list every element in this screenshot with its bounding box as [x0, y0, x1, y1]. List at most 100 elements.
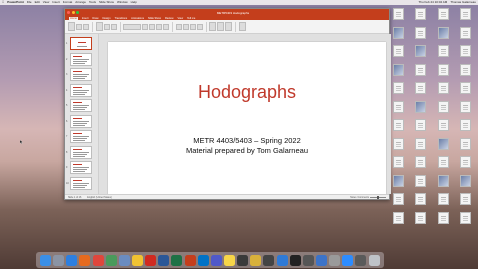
- photos-icon[interactable]: [132, 254, 144, 266]
- notes-button[interactable]: Notes: [350, 196, 356, 199]
- menu-edit[interactable]: Edit: [35, 0, 40, 5]
- menu-arrange[interactable]: Arrange: [75, 0, 86, 5]
- apple-icon[interactable]: : [2, 0, 4, 5]
- desktop-file-icon[interactable]: [455, 82, 476, 101]
- slide-thumbnail[interactable]: [70, 145, 92, 159]
- menu-tools[interactable]: Tools: [89, 0, 96, 5]
- desktop-file-icon[interactable]: [388, 8, 409, 27]
- desktop-file-icon[interactable]: [433, 26, 454, 46]
- reset-button[interactable]: [110, 23, 117, 30]
- comments-button[interactable]: Comments: [357, 196, 369, 199]
- chrome-icon[interactable]: [92, 254, 104, 266]
- slide-thumbnail[interactable]: [70, 161, 92, 174]
- menubar-user[interactable]: Thomas Galarneau: [450, 0, 476, 5]
- zoom-slider-thumb[interactable]: [377, 195, 379, 199]
- desktop-file-icon[interactable]: [410, 211, 431, 231]
- slide-thumbnail[interactable]: [70, 176, 92, 190]
- numbering-button[interactable]: [182, 23, 189, 30]
- app-icon[interactable]: [250, 254, 262, 266]
- paste-button[interactable]: [68, 22, 75, 31]
- menu-view[interactable]: View: [43, 0, 49, 5]
- desktop-file-icon[interactable]: [410, 45, 431, 64]
- app-icon[interactable]: [342, 254, 354, 266]
- desktop-file-icon[interactable]: [410, 119, 431, 138]
- zoom-slider[interactable]: [370, 195, 386, 199]
- desktop-file-icon[interactable]: [455, 211, 476, 231]
- desktop-file-icon[interactable]: [433, 119, 454, 138]
- slide-thumbnail[interactable]: [70, 99, 92, 112]
- desktop-file-icon[interactable]: [388, 82, 409, 101]
- new-slide-button[interactable]: [95, 22, 103, 31]
- menu-slideshow[interactable]: Slide Show: [99, 0, 114, 5]
- desktop-file-icon[interactable]: [433, 174, 454, 194]
- close-button[interactable]: [67, 11, 70, 14]
- copy-button[interactable]: [83, 23, 89, 30]
- window-titlebar[interactable]: METR5403 Hodographs: [65, 9, 389, 16]
- desktop-file-icon[interactable]: [388, 156, 409, 175]
- menu-window[interactable]: Window: [117, 0, 128, 5]
- terminal-icon[interactable]: [289, 254, 301, 266]
- desktop-file-icon[interactable]: [433, 156, 454, 175]
- align-left-button[interactable]: [189, 23, 196, 30]
- desktop-file-icon[interactable]: [455, 45, 476, 64]
- desktop-file-icon[interactable]: [433, 211, 454, 231]
- desktop-file-icon[interactable]: [433, 137, 454, 157]
- language-indicator[interactable]: English (United States): [87, 196, 111, 199]
- app-icon[interactable]: [316, 254, 328, 266]
- desktop-file-icon[interactable]: [388, 211, 409, 231]
- trash-icon[interactable]: [368, 254, 380, 266]
- desktop-file-icon[interactable]: [455, 100, 476, 120]
- desktop-file-icon[interactable]: [410, 8, 431, 27]
- slide-subtitle[interactable]: METR 4403/5403 – Spring 2022 Material pr…: [108, 136, 386, 156]
- app-menu[interactable]: PowerPoint: [7, 0, 24, 5]
- slide-thumbnail[interactable]: [70, 114, 92, 128]
- bold-button[interactable]: [149, 23, 155, 30]
- word-icon[interactable]: [158, 254, 170, 266]
- desktop-file-icon[interactable]: [410, 63, 431, 83]
- preview-icon[interactable]: [118, 254, 130, 266]
- slide-title[interactable]: Hodographs: [108, 82, 386, 103]
- powerpoint-icon[interactable]: [184, 254, 196, 266]
- desktop-file-icon[interactable]: [433, 193, 454, 212]
- desktop-file-icon[interactable]: [433, 100, 454, 120]
- shapes-button[interactable]: [209, 22, 216, 31]
- outlook-icon[interactable]: [197, 254, 209, 266]
- menu-help[interactable]: Help: [131, 0, 137, 5]
- design-ideas-button[interactable]: [238, 22, 246, 31]
- font-size-select[interactable]: [142, 23, 148, 30]
- safari-icon[interactable]: [66, 254, 78, 266]
- slide-thumbnail[interactable]: [70, 68, 92, 81]
- desktop-file-icon[interactable]: [433, 8, 454, 27]
- desktop-file-icon[interactable]: [410, 193, 431, 212]
- cut-button[interactable]: [76, 23, 82, 30]
- desktop-file-icon[interactable]: [410, 82, 431, 101]
- menu-file[interactable]: File: [27, 0, 32, 5]
- app-icon[interactable]: [263, 254, 275, 266]
- desktop-file-icon[interactable]: [388, 26, 409, 46]
- app-icon[interactable]: [329, 254, 341, 266]
- desktop-file-icon[interactable]: [388, 119, 409, 138]
- desktop-file-icon[interactable]: [455, 193, 476, 212]
- app-icon[interactable]: [302, 254, 314, 266]
- quick-styles-button[interactable]: [225, 22, 232, 31]
- arrange-button[interactable]: [217, 22, 224, 31]
- minimize-button[interactable]: [71, 11, 75, 14]
- finder-icon[interactable]: [40, 254, 52, 266]
- desktop-file-icon[interactable]: [455, 119, 476, 138]
- desktop-file-icon[interactable]: [433, 82, 454, 101]
- firefox-icon[interactable]: [79, 254, 91, 266]
- bullets-button[interactable]: [175, 23, 182, 30]
- font-family-select[interactable]: [123, 23, 141, 30]
- desktop-file-icon[interactable]: [410, 156, 431, 175]
- slide-thumbnail[interactable]: [70, 37, 92, 50]
- desktop-file-icon[interactable]: [388, 63, 409, 83]
- desktop-file-icon[interactable]: [455, 156, 476, 175]
- desktop-file-icon[interactable]: [433, 63, 454, 83]
- desktop-file-icon[interactable]: [455, 174, 476, 194]
- menu-format[interactable]: Format: [63, 0, 73, 5]
- app-icon[interactable]: [105, 254, 117, 266]
- desktop-file-icon[interactable]: [410, 174, 431, 194]
- launchpad-icon[interactable]: [53, 254, 65, 266]
- current-slide[interactable]: Hodographs METR 4403/5403 – Spring 2022 …: [108, 42, 386, 197]
- app-icon[interactable]: [237, 254, 249, 266]
